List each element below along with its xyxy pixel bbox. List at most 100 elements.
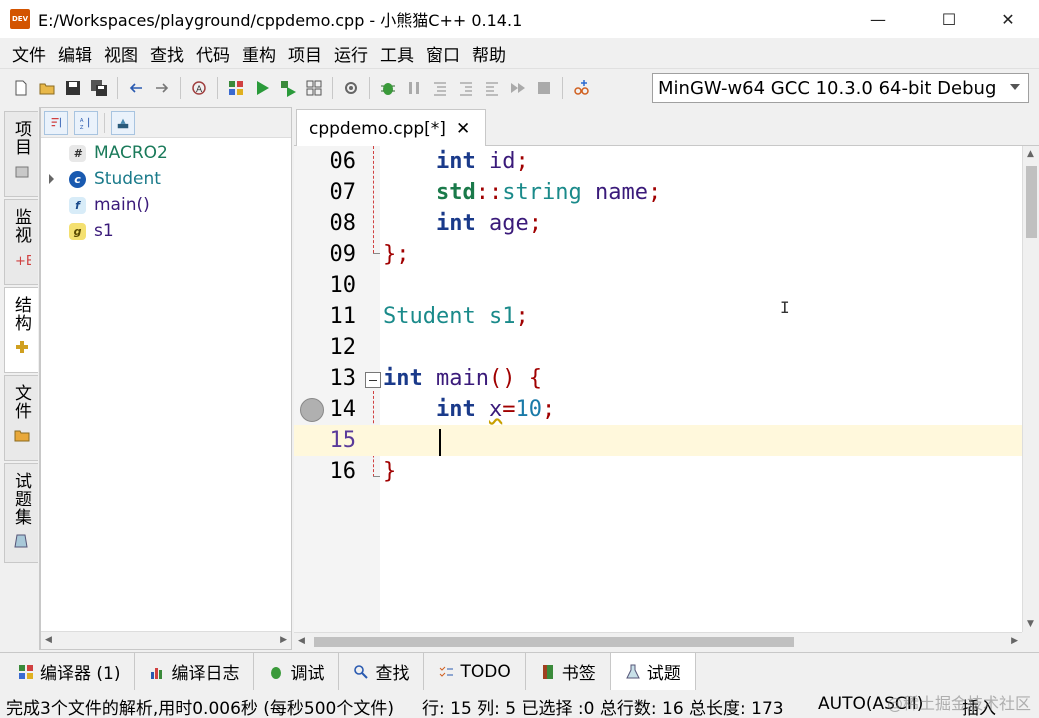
code-line: 11 Student s1; (294, 301, 1022, 332)
forward-arrow-icon[interactable] (150, 76, 174, 100)
window-title: E:/Workspaces/playground/cppdemo.cpp - 小… (38, 11, 523, 30)
scrollbar-thumb[interactable] (1026, 166, 1037, 238)
step-into-icon[interactable] (454, 76, 478, 100)
stop-icon[interactable] (532, 76, 556, 100)
scroll-left-icon[interactable]: ◀ (45, 635, 52, 645)
step-over-icon[interactable] (428, 76, 452, 100)
menu-view[interactable]: 视图 (98, 41, 144, 66)
tab-watch[interactable]: 监视 +B (4, 199, 38, 285)
line-number: 10 (329, 273, 357, 298)
line-number: 08 (329, 211, 357, 236)
menu-search[interactable]: 查找 (144, 41, 190, 66)
watch-icon: +B (15, 254, 31, 268)
save-icon[interactable] (61, 76, 85, 100)
open-folder-icon[interactable] (35, 76, 59, 100)
menu-project[interactable]: 项目 (282, 41, 328, 66)
step-out-icon[interactable] (480, 76, 504, 100)
settings-gear-icon[interactable] (339, 76, 363, 100)
code-line: 12 (294, 332, 1022, 363)
rebuild-icon[interactable] (302, 76, 326, 100)
tab-label: 编译器 (1) (40, 664, 121, 684)
app-icon: DEV (10, 9, 30, 29)
compile-run-icon[interactable] (276, 76, 300, 100)
sort-by-type-icon[interactable] (44, 110, 68, 135)
tab-compiler[interactable]: 编译器 (1) (4, 653, 136, 690)
debug-bug-icon[interactable] (376, 76, 400, 100)
tab-structure[interactable]: 结构 (4, 287, 38, 373)
scroll-up-icon[interactable]: ▲ (1027, 149, 1034, 159)
menu-tools[interactable]: 工具 (374, 41, 420, 66)
scroll-right-icon[interactable]: ▶ (1011, 636, 1018, 646)
new-file-icon[interactable] (9, 76, 33, 100)
tab-debug[interactable]: 调试 (254, 653, 340, 690)
scrollbar-thumb[interactable] (314, 637, 794, 647)
compile-icon[interactable] (224, 76, 248, 100)
tab-label: TODO (460, 661, 511, 682)
tree-item-macro[interactable]: # MACRO2 (69, 140, 168, 166)
continue-icon[interactable] (506, 76, 530, 100)
tree-item-global[interactable]: g s1 (69, 218, 114, 244)
back-arrow-icon[interactable] (124, 76, 148, 100)
status-message: 完成3个文件的解析,用时0.006秒 (每秒500个文件) (6, 699, 395, 718)
left-side-tabs: 项目 监视 +B 结构 文件 试题集 (0, 107, 40, 650)
code-line: 06 int id; (294, 146, 1022, 177)
format-code-icon[interactable]: A (187, 76, 211, 100)
editor-vertical-scrollbar[interactable]: ▲ ▼ (1022, 146, 1039, 632)
tree-item-function[interactable]: f main() (69, 192, 150, 218)
tab-todo[interactable]: TODO (424, 653, 526, 690)
toolbar-separator (117, 76, 118, 99)
compiler-select[interactable]: MinGW-w64 GCC 10.3.0 64-bit Debug (652, 73, 1029, 103)
code-line: 10 (294, 270, 1022, 301)
tab-search[interactable]: 查找 (339, 653, 425, 690)
show-inherited-icon[interactable] (111, 110, 135, 135)
tab-compile-log[interactable]: 编译日志 (135, 653, 255, 690)
line-number: 15 (329, 428, 357, 453)
run-icon[interactable] (250, 76, 274, 100)
close-button[interactable]: ✕ (985, 0, 1031, 38)
add-watch-icon[interactable] (569, 76, 593, 100)
tab-files[interactable]: 文件 (4, 375, 38, 461)
menu-refactor[interactable]: 重构 (236, 41, 282, 66)
tree-item-class[interactable]: c Student (41, 166, 291, 192)
line-code: int main() { (383, 366, 542, 391)
menu-help[interactable]: 帮助 (466, 41, 512, 66)
class-icon: c (69, 170, 86, 188)
save-all-icon[interactable] (87, 76, 111, 100)
tab-bookmarks[interactable]: 书签 (526, 653, 611, 690)
menu-code[interactable]: 代码 (190, 41, 236, 66)
editor-horizontal-scrollbar[interactable]: ◀ ▶ (294, 632, 1022, 650)
expand-arrow-icon[interactable] (49, 174, 54, 184)
menu-file[interactable]: 文件 (6, 41, 52, 66)
scroll-left-icon[interactable]: ◀ (298, 636, 305, 646)
sort-alphabetically-icon[interactable]: AZ (74, 110, 98, 135)
tab-problems[interactable]: 试题 (610, 653, 696, 690)
menu-edit[interactable]: 编辑 (52, 41, 98, 66)
scroll-right-icon[interactable]: ▶ (280, 635, 287, 645)
code-line: 09 }; (294, 239, 1022, 270)
code-editor[interactable]: 06 int id; 07 std::string name; 08 int a… (294, 146, 1022, 632)
tab-label: 文件 (11, 384, 31, 420)
minimize-button[interactable]: — (855, 0, 901, 38)
svg-text:+B: +B (15, 254, 31, 268)
class-browser-scrollbar[interactable]: ◀ ▶ (41, 631, 291, 649)
line-number: 14 (329, 397, 357, 422)
line-number: 16 (329, 459, 357, 484)
close-tab-icon[interactable]: ✕ (456, 119, 470, 139)
line-code: }; (383, 242, 410, 267)
compiler-select-value: MinGW-w64 GCC 10.3.0 64-bit Debug (658, 77, 997, 99)
scroll-down-icon[interactable]: ▼ (1027, 619, 1034, 629)
svg-text:A: A (196, 85, 203, 95)
search-icon (353, 664, 369, 680)
pause-icon[interactable] (402, 76, 426, 100)
line-number: 11 (329, 304, 357, 329)
tab-cppdemo[interactable]: cppdemo.cpp[*] ✕ (296, 109, 486, 147)
global-variable-icon: g (69, 222, 86, 240)
line-number: 12 (329, 335, 357, 360)
line-number: 09 (329, 242, 357, 267)
menu-run[interactable]: 运行 (328, 41, 374, 66)
tab-project[interactable]: 项目 (4, 111, 38, 197)
tab-problem-set[interactable]: 试题集 (4, 463, 38, 563)
maximize-button[interactable]: ☐ (926, 0, 972, 38)
menu-window[interactable]: 窗口 (420, 41, 466, 66)
line-number: 13 (329, 366, 357, 391)
